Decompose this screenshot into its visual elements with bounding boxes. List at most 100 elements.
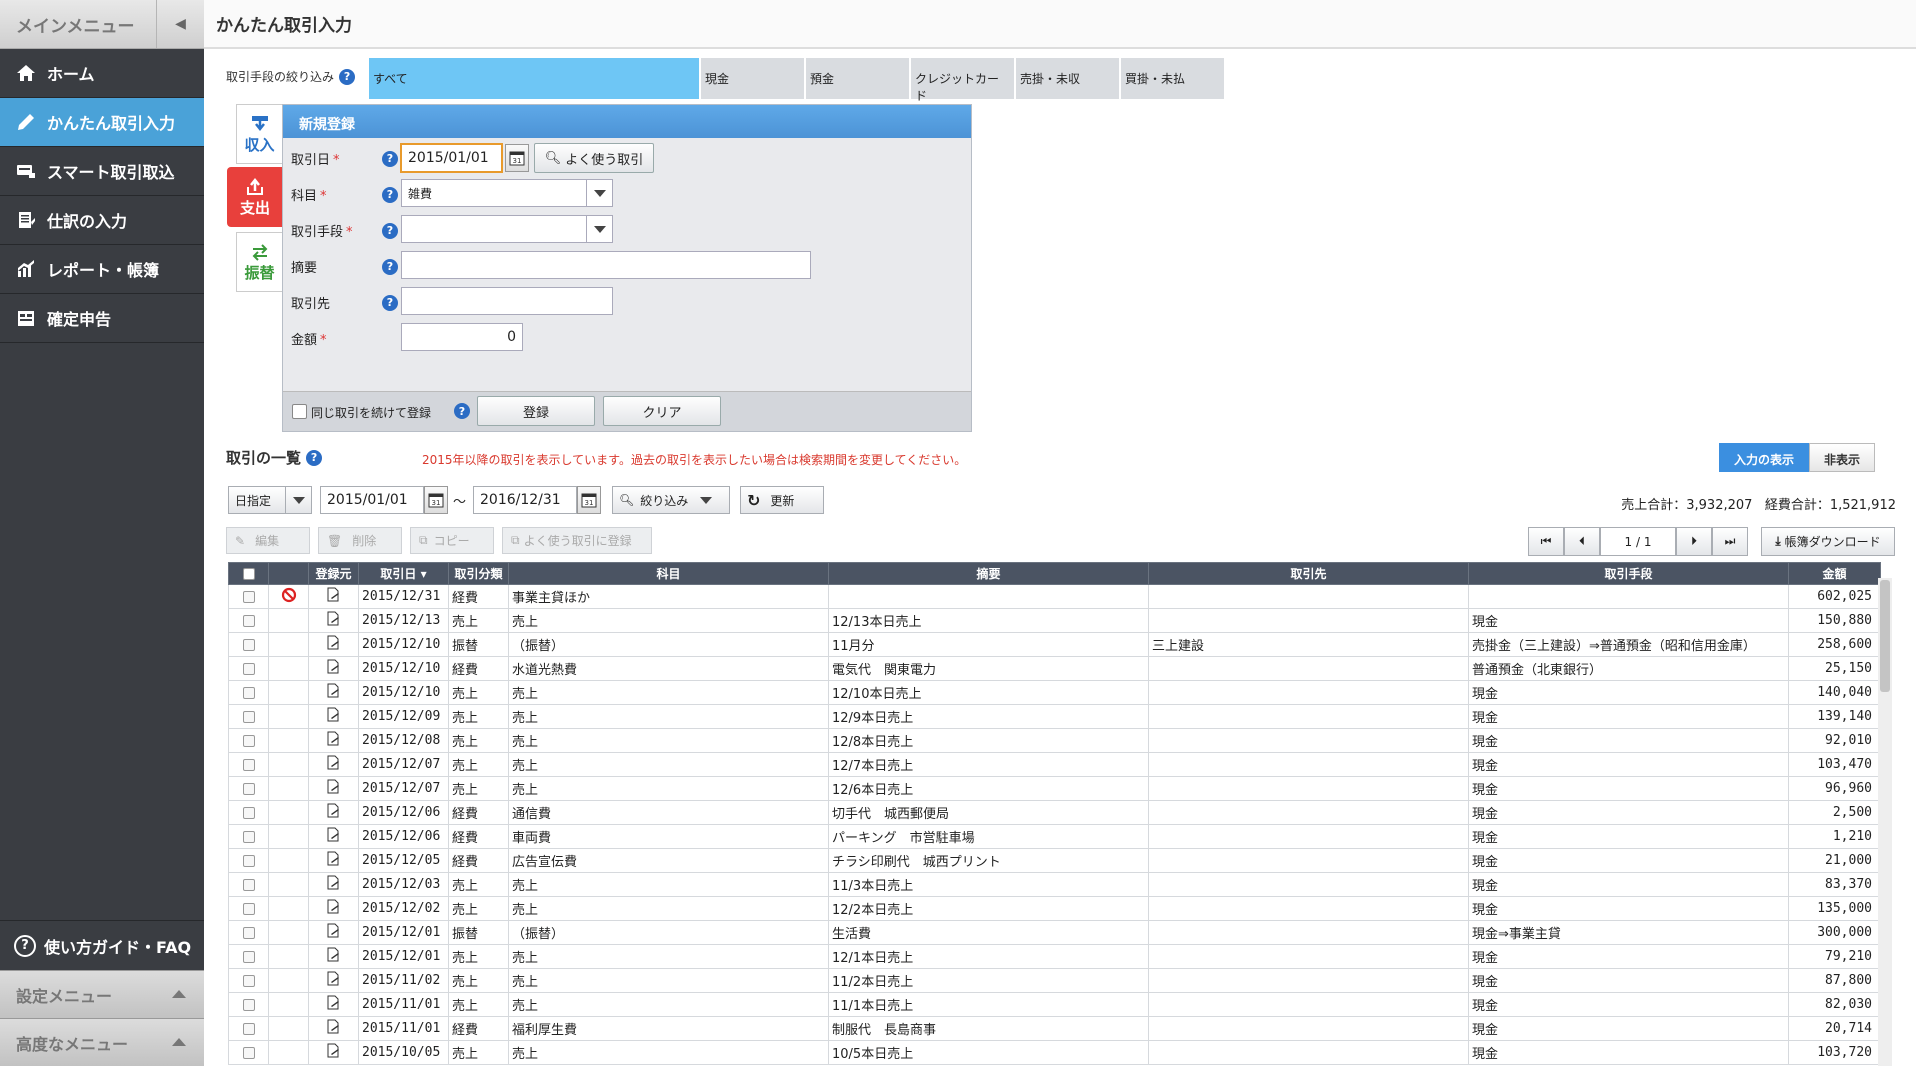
table-row[interactable]: 2015/12/10 経費 水道光熱費 電気代 関東電力 普通預金（北東銀行） 25,15…	[228, 656, 1881, 681]
row-checkbox[interactable]	[242, 638, 255, 651]
account-select[interactable]: 雑費	[401, 179, 613, 207]
date-column-header[interactable]: 取引日 ▾	[358, 562, 449, 585]
collapse-sidebar-button[interactable]: ◀	[156, 0, 204, 48]
row-checkbox[interactable]	[242, 854, 255, 867]
table-row[interactable]: 2015/11/01 売上 売上 11/1本日売上 現金 82,030	[228, 992, 1881, 1017]
row-checkbox[interactable]	[242, 998, 255, 1011]
row-checkbox[interactable]	[242, 758, 255, 771]
help-icon[interactable]: ?	[306, 449, 323, 466]
tab-deposit[interactable]: 預金	[806, 58, 909, 99]
help-icon[interactable]: ?	[382, 186, 398, 203]
table-row[interactable]: 2015/12/09 売上 売上 12/9本日売上 現金 139,140	[228, 704, 1881, 729]
row-checkbox[interactable]	[242, 710, 255, 723]
frequent-transactions-button[interactable]: 🔍︎ よく使う取引	[534, 143, 654, 173]
table-row[interactable]: 2015/12/05 経費 広告宣伝費 チラシ印刷代 城西プリント 現金 21,000	[228, 848, 1881, 873]
help-icon[interactable]: ?	[454, 403, 470, 419]
partner-input[interactable]	[401, 287, 613, 315]
table-row[interactable]: 2015/12/07 売上 売上 12/6本日売上 現金 96,960	[228, 776, 1881, 801]
table-row[interactable]: 2015/10/05 売上 売上 10/5本日売上 現金 103,720	[228, 1040, 1881, 1065]
settings-menu[interactable]: 設定メニュー	[0, 970, 204, 1018]
table-row[interactable]: 2015/12/03 売上 売上 11/3本日売上 現金 83,370	[228, 872, 1881, 897]
calendar-icon[interactable]: 31	[577, 486, 601, 514]
row-checkbox[interactable]	[242, 878, 255, 891]
tab-expense[interactable]: 支出	[227, 167, 283, 227]
calendar-icon[interactable]: 31	[424, 486, 448, 514]
table-row[interactable]: 2015/12/10 売上 売上 12/10本日売上 現金 140,040	[228, 680, 1881, 705]
delete-button[interactable]: 🗑︎ 削除	[318, 527, 402, 554]
tab-receivable[interactable]: 売掛・未収	[1016, 58, 1119, 99]
date-to-input[interactable]: 2016/12/31	[473, 486, 577, 514]
refresh-button[interactable]: ↻ 更新	[740, 486, 824, 514]
row-checkbox[interactable]	[242, 926, 255, 939]
nav-item-tax-return[interactable]: 確定申告	[0, 294, 204, 343]
table-row[interactable]: 2015/12/07 売上 売上 12/7本日売上 現金 103,470	[228, 752, 1881, 777]
advanced-menu[interactable]: 高度なメニュー	[0, 1018, 204, 1066]
row-checkbox[interactable]	[242, 590, 255, 603]
nav-item-reports[interactable]: レポート・帳簿	[0, 245, 204, 294]
table-row[interactable]: 2015/11/02 売上 売上 11/2本日売上 現金 87,800	[228, 968, 1881, 993]
select-all-checkbox[interactable]	[242, 568, 255, 580]
narrow-down-button[interactable]: 🔍︎ 絞り込み	[612, 486, 730, 514]
row-checkbox[interactable]	[242, 1046, 255, 1059]
date-from-input[interactable]: 2015/01/01	[320, 486, 424, 514]
row-checkbox[interactable]	[242, 782, 255, 795]
table-row[interactable]: 2015/12/06 経費 車両費 パーキング 市営駐車場 現金 1,210	[228, 824, 1881, 849]
help-icon[interactable]: ?	[382, 258, 398, 275]
tab-credit-card[interactable]: クレジットカード	[911, 58, 1014, 103]
row-checkbox[interactable]	[242, 902, 255, 915]
ledger-download-button[interactable]: ⤓ 帳簿ダウンロード	[1761, 527, 1895, 556]
help-icon[interactable]: ?	[382, 294, 398, 311]
table-row[interactable]: 2015/12/01 売上 売上 12/1本日売上 現金 79,210	[228, 944, 1881, 969]
table-row[interactable]: 2015/12/06 経費 通信費 切手代 城西郵便局 現金 2,500	[228, 800, 1881, 825]
help-icon[interactable]: ?	[382, 150, 398, 167]
table-row[interactable]: 2015/12/01 振替 （振替） 生活費 現金⇒事業主貸 300,000	[228, 920, 1881, 945]
save-frequent-button[interactable]: ⧉ よく使う取引に登録	[502, 527, 652, 554]
table-row[interactable]: 2015/12/10 振替 （振替） 11月分 三上建設 売掛金（三上建設）⇒普通預金（昭…	[228, 632, 1881, 657]
date-input[interactable]: 2015/01/01	[400, 143, 503, 173]
row-checkbox[interactable]	[242, 1022, 255, 1035]
register-button[interactable]: 登録	[477, 396, 595, 426]
method-select[interactable]	[401, 215, 613, 243]
nav-item-home[interactable]: ホーム	[0, 49, 204, 98]
row-checkbox[interactable]	[242, 662, 255, 675]
clear-button[interactable]: クリア	[603, 396, 721, 426]
table-row[interactable]: 2015/12/08 売上 売上 12/8本日売上 現金 92,010	[228, 728, 1881, 753]
nav-item-journal[interactable]: 仕訳の入力	[0, 196, 204, 245]
table-row[interactable]: 2015/12/02 売上 売上 12/2本日売上 現金 135,000	[228, 896, 1881, 921]
row-checkbox[interactable]	[242, 806, 255, 819]
show-input-button[interactable]: 入力の表示	[1719, 443, 1810, 472]
next-page-icon[interactable]: ⏵	[1676, 527, 1712, 556]
table-row[interactable]: 2015/11/01 経費 福利厚生費 制服代 長島商事 現金 20,714	[228, 1016, 1881, 1041]
row-checkbox[interactable]	[242, 614, 255, 627]
period-mode-select[interactable]: 日指定	[228, 486, 312, 514]
hide-input-button[interactable]: 非表示	[1809, 443, 1876, 472]
amount-input[interactable]: 0	[401, 323, 523, 351]
guide-faq-link[interactable]: ? 使い方ガイド・FAQ	[0, 920, 204, 970]
copy-button[interactable]: ⧉ コピー	[410, 527, 494, 554]
calendar-icon[interactable]: 31	[505, 144, 529, 172]
nav-item-easy-entry[interactable]: かんたん取引入力	[0, 98, 204, 147]
memo-input[interactable]	[401, 251, 811, 279]
scrollbar-thumb[interactable]	[1880, 580, 1890, 692]
row-checkbox[interactable]	[242, 950, 255, 963]
prev-page-icon[interactable]: ⏴	[1564, 527, 1600, 556]
tab-all[interactable]: すべて	[369, 58, 699, 99]
help-icon[interactable]: ?	[382, 222, 398, 239]
nav-item-smart-import[interactable]: スマート取引取込	[0, 147, 204, 196]
tab-income[interactable]: 収入	[236, 104, 282, 164]
first-page-icon[interactable]: ⏮	[1528, 527, 1564, 556]
help-icon[interactable]: ?	[339, 68, 356, 85]
row-checkbox[interactable]	[242, 686, 255, 699]
edit-button[interactable]: ✎ 編集	[226, 527, 310, 554]
last-page-icon[interactable]: ⏭	[1712, 527, 1748, 556]
row-checkbox[interactable]	[242, 974, 255, 987]
table-scrollbar[interactable]	[1878, 578, 1892, 1066]
table-row[interactable]: 2015/12/31 経費 事業主貸ほか 602,025	[228, 584, 1881, 609]
tab-transfer[interactable]: 振替	[236, 232, 282, 292]
repeat-checkbox[interactable]	[292, 404, 307, 419]
tab-payable[interactable]: 買掛・未払	[1121, 58, 1224, 99]
tab-cash[interactable]: 現金	[701, 58, 804, 99]
row-checkbox[interactable]	[242, 830, 255, 843]
table-row[interactable]: 2015/12/13 売上 売上 12/13本日売上 現金 150,880	[228, 608, 1881, 633]
row-checkbox[interactable]	[242, 734, 255, 747]
